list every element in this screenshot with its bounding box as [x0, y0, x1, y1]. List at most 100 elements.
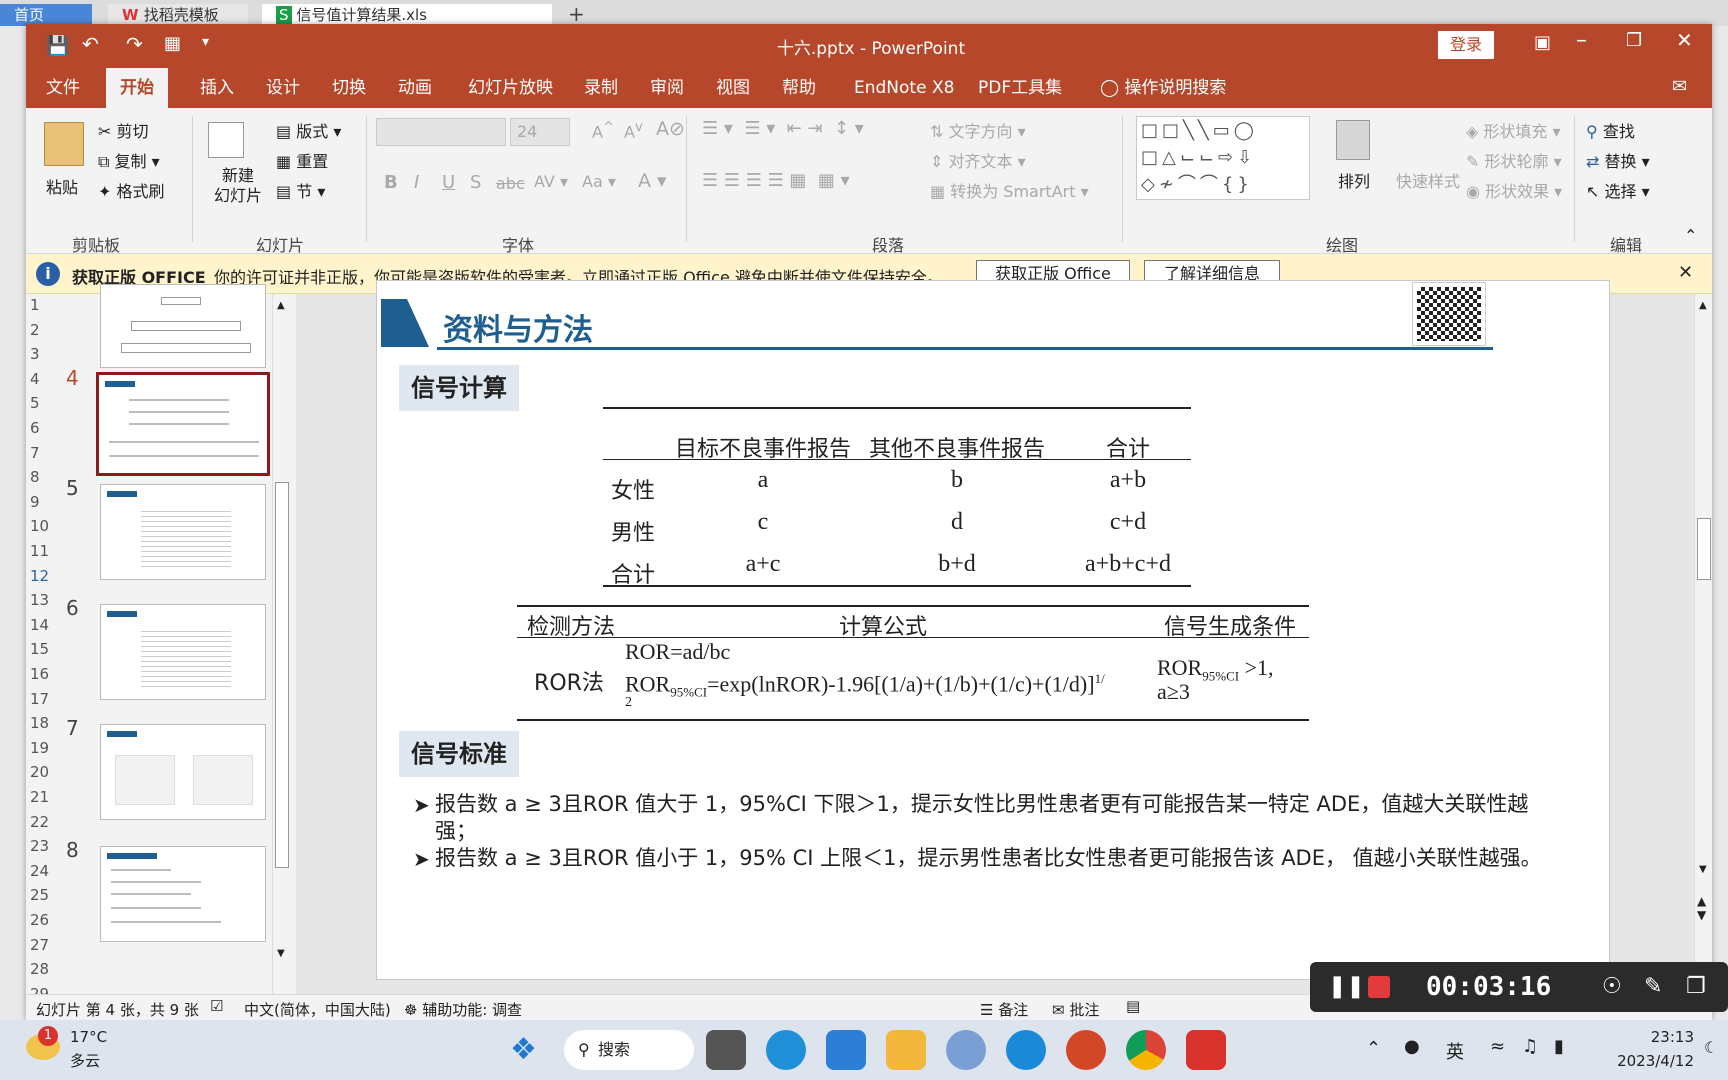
- notification-icon[interactable]: ☾: [1704, 1038, 1718, 1057]
- slide-thumb-5[interactable]: [100, 484, 266, 580]
- scroll-up-icon[interactable]: ▲: [277, 300, 285, 311]
- comment-icon[interactable]: ✉: [1672, 76, 1687, 97]
- paste-icon[interactable]: [44, 122, 84, 166]
- normal-view-icon[interactable]: ▤: [1126, 997, 1140, 1015]
- thumb-scrollbar[interactable]: ▲ ▼: [272, 294, 290, 994]
- login-button[interactable]: 登录: [1438, 31, 1494, 59]
- tab-insert[interactable]: 插入: [186, 68, 248, 108]
- scroll-up-icon[interactable]: ▲: [1699, 300, 1707, 311]
- new-tab-icon[interactable]: +: [568, 2, 585, 26]
- save-icon[interactable]: 💾: [46, 34, 70, 57]
- strike-icon[interactable]: abc: [496, 174, 525, 193]
- font-color-icon[interactable]: A ▾: [638, 170, 667, 192]
- start-icon[interactable]: ❖: [510, 1032, 537, 1068]
- slide-thumb-4-selected[interactable]: [96, 372, 270, 476]
- spacing-icon[interactable]: AV ▾: [534, 172, 568, 191]
- comments-button[interactable]: ✉ 批注: [1052, 999, 1099, 1020]
- bullets-icon[interactable]: ☰ ▾ ☰ ▾ ⇤ ⇥ ↕ ▾: [702, 118, 864, 139]
- shape-outline-button[interactable]: ✎ 形状轮廓 ▾: [1466, 148, 1562, 172]
- accessibility-status[interactable]: ☸ 辅助功能: 调查: [404, 999, 522, 1020]
- ribbon-display-icon[interactable]: ▣: [1534, 32, 1551, 53]
- close-icon[interactable]: ✕: [1676, 28, 1693, 52]
- pause-icon[interactable]: ❚❚: [1328, 974, 1365, 999]
- mic-icon[interactable]: ●: [1404, 1036, 1420, 1057]
- undo-icon[interactable]: ↶: [82, 32, 99, 56]
- edit-scrollbar[interactable]: ▲ ▼ ▲ ▼: [1694, 294, 1712, 994]
- tab-home[interactable]: 开始: [106, 68, 168, 108]
- clock-date[interactable]: 2023/4/12: [1590, 1052, 1694, 1070]
- cut-button[interactable]: ✂ 剪切: [98, 118, 149, 142]
- edge-icon[interactable]: [766, 1030, 806, 1070]
- quick-styles-button[interactable]: 快速样式: [1396, 168, 1460, 192]
- new-slide-label-2[interactable]: 幻灯片: [214, 182, 262, 206]
- pen-icon[interactable]: ✎: [1644, 974, 1662, 999]
- arrange-icon[interactable]: [1336, 120, 1370, 160]
- tab-design[interactable]: 设计: [252, 68, 314, 108]
- tab-transitions[interactable]: 切换: [318, 68, 380, 108]
- close-notice-icon[interactable]: ✕: [1678, 262, 1693, 283]
- restore-icon[interactable]: ❐: [1626, 30, 1642, 51]
- prev-slide-icon[interactable]: ▲ ▼: [1697, 894, 1706, 922]
- fullscreen-icon[interactable]: ❐: [1686, 974, 1706, 999]
- bold-icon[interactable]: B: [384, 172, 398, 193]
- browser-tab-template[interactable]: W 找稻壳模板: [108, 4, 248, 26]
- scroll-thumb[interactable]: [1697, 518, 1711, 580]
- mail-icon[interactable]: [826, 1030, 866, 1070]
- slide-thumb-7[interactable]: [100, 724, 266, 820]
- underline-icon[interactable]: U: [442, 172, 455, 193]
- slide-thumb-6[interactable]: [100, 604, 266, 700]
- r-app-icon[interactable]: [946, 1030, 986, 1070]
- tray-expand-icon[interactable]: ⌃: [1366, 1038, 1381, 1059]
- tab-record[interactable]: 录制: [570, 68, 632, 108]
- taskbar-search[interactable]: ⚲ 搜索: [564, 1030, 694, 1070]
- tab-pdf[interactable]: PDF工具集: [964, 68, 1076, 108]
- case-icon[interactable]: Aa ▾: [582, 172, 616, 191]
- customize-qat-icon[interactable]: ▾: [202, 34, 209, 50]
- tab-animations[interactable]: 动画: [384, 68, 446, 108]
- replace-button[interactable]: ⇄ 替换 ▾: [1586, 148, 1650, 172]
- select-button[interactable]: ↖ 选择 ▾: [1586, 178, 1650, 202]
- find-button[interactable]: ⚲ 查找: [1586, 118, 1635, 142]
- notes-button[interactable]: ☰ 备注: [980, 999, 1028, 1020]
- smartart-button[interactable]: ▦ 转换为 SmartArt ▾: [930, 178, 1089, 202]
- italic-icon[interactable]: I: [414, 172, 419, 193]
- arrange-button[interactable]: 排列: [1338, 168, 1370, 192]
- tab-review[interactable]: 审阅: [636, 68, 698, 108]
- scroll-down-icon[interactable]: ▼: [277, 948, 285, 959]
- reset-button[interactable]: ▦ 重置: [276, 148, 328, 172]
- shapes-gallery[interactable]: □□╲╲▭◯ □△⌙⌙⇨⇩ ◇≁⌒⌒{}: [1136, 116, 1310, 200]
- wps-icon[interactable]: [1186, 1030, 1226, 1070]
- tell-me-search[interactable]: ◯ 操作说明搜索: [1086, 68, 1240, 108]
- clear-format-icon[interactable]: A⊘: [656, 118, 685, 140]
- tab-slideshow[interactable]: 幻灯片放映: [454, 68, 567, 108]
- chrome-icon[interactable]: [1126, 1030, 1166, 1070]
- minimize-icon[interactable]: –: [1576, 28, 1587, 53]
- layout-button[interactable]: ▤ 版式 ▾: [276, 118, 341, 142]
- new-slide-icon[interactable]: [208, 122, 244, 158]
- align-icons[interactable]: ☰ ☰ ☰ ☰ ▦ ▦ ▾: [702, 170, 850, 191]
- shape-effect-button[interactable]: ◉ 形状效果 ▾: [1466, 178, 1562, 202]
- grow-font-icon[interactable]: A^: [592, 120, 614, 141]
- language-status[interactable]: 中文(简体，中国大陆): [244, 999, 391, 1020]
- paste-button[interactable]: 粘贴: [46, 174, 78, 198]
- text-direction-button[interactable]: ⇅ 文字方向 ▾: [930, 118, 1026, 142]
- ie-icon[interactable]: [1006, 1030, 1046, 1070]
- ime-indicator[interactable]: 英: [1446, 1038, 1464, 1064]
- task-view-icon[interactable]: [706, 1030, 746, 1070]
- tab-help[interactable]: 帮助: [768, 68, 830, 108]
- camera-icon[interactable]: ☉: [1602, 974, 1622, 999]
- browser-tab-xls[interactable]: S 信号值计算结果.xls: [262, 4, 552, 26]
- weather-desc[interactable]: 多云: [70, 1050, 100, 1071]
- shrink-font-icon[interactable]: Av: [624, 120, 643, 141]
- slide-thumb-3[interactable]: [100, 284, 266, 368]
- weather-temp[interactable]: 17°C: [70, 1028, 107, 1046]
- tab-view[interactable]: 视图: [702, 68, 764, 108]
- file-explorer-icon[interactable]: [886, 1030, 926, 1070]
- font-size-combo[interactable]: 24: [510, 118, 570, 146]
- shadow-icon[interactable]: S: [470, 172, 481, 193]
- font-name-combo[interactable]: [376, 118, 506, 146]
- section-button[interactable]: ▤ 节 ▾: [276, 178, 325, 202]
- redo-icon[interactable]: ↷: [126, 32, 143, 56]
- spellcheck-icon[interactable]: ☑: [210, 997, 223, 1015]
- clock-time[interactable]: 23:13: [1600, 1028, 1694, 1046]
